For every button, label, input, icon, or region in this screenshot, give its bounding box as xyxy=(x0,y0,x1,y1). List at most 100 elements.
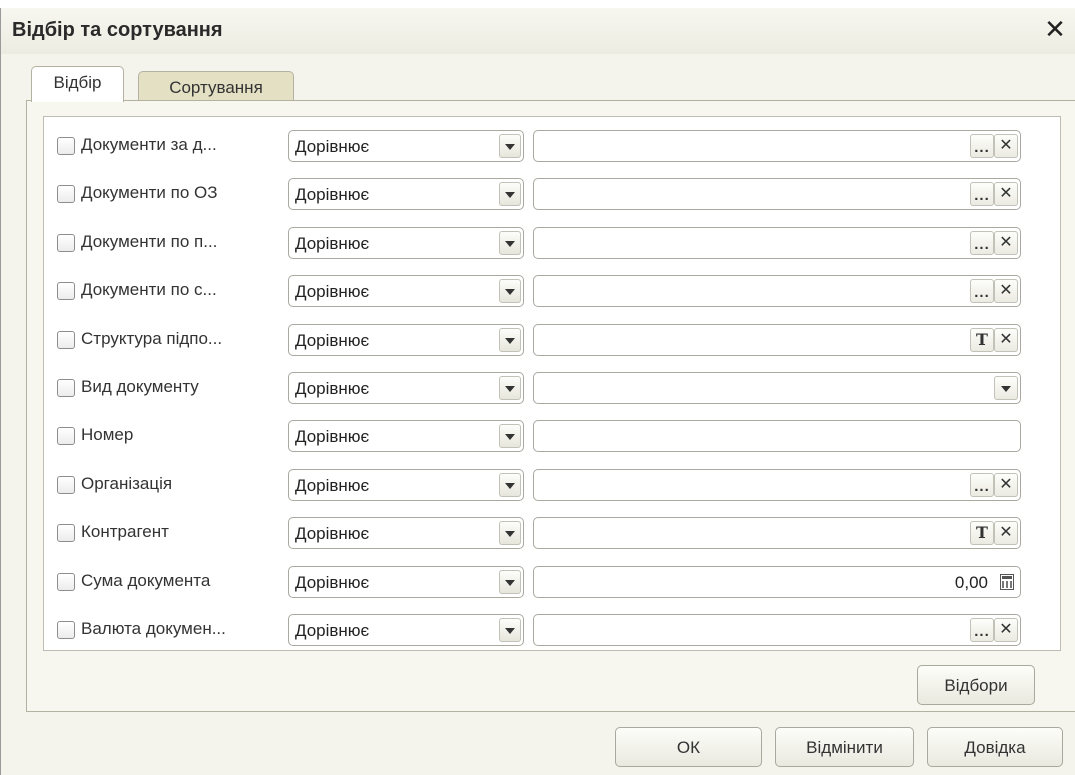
filter-enable-checkbox[interactable] xyxy=(57,427,75,446)
filter-row: Номер Дорівнює xyxy=(44,416,1060,456)
title-bar: Відбір та сортування ✕ xyxy=(1,8,1075,54)
close-icon[interactable]: ✕ xyxy=(1040,14,1070,44)
select-ellipsis-icon[interactable]: ... xyxy=(970,134,994,158)
filter-row: Контрагент Дорівнює T ✕ xyxy=(44,513,1060,553)
comparison-select[interactable]: Дорівнює xyxy=(288,468,524,501)
dropdown-arrow-icon[interactable] xyxy=(994,376,1018,400)
filter-value-input[interactable]: ... ✕ xyxy=(533,468,1021,501)
help-button[interactable]: Довідка xyxy=(927,727,1063,767)
filter-value-input[interactable]: ... ✕ xyxy=(533,226,1021,259)
filter-enable-checkbox[interactable] xyxy=(57,572,75,591)
filter-enable-checkbox[interactable] xyxy=(57,137,75,155)
filter-sort-dialog: Відбір та сортування ✕ Відбір Сортування… xyxy=(0,8,1075,775)
clear-icon[interactable]: ✕ xyxy=(994,472,1018,497)
comparison-value: Дорівнює xyxy=(295,282,370,302)
dropdown-arrow-icon[interactable] xyxy=(499,472,521,497)
comparison-select[interactable]: Дорівнює xyxy=(288,178,524,211)
select-ellipsis-icon[interactable]: ... xyxy=(970,618,994,642)
filter-row: Документи за д... Дорівнює... ✕ xyxy=(44,126,1060,166)
select-ellipsis-icon[interactable]: ... xyxy=(970,230,994,255)
filter-value-input[interactable]: T ✕ xyxy=(533,323,1021,356)
dropdown-arrow-icon[interactable] xyxy=(499,134,521,158)
dropdown-arrow-icon[interactable] xyxy=(499,569,521,594)
cancel-button[interactable]: Відмінити xyxy=(775,727,914,767)
filter-value-input[interactable] xyxy=(533,372,1021,404)
comparison-value: Дорівнює xyxy=(295,185,370,205)
select-ellipsis-icon[interactable]: ... xyxy=(970,182,994,207)
filter-row: Організація Дорівнює... ✕ xyxy=(44,465,1060,505)
clear-icon[interactable]: ✕ xyxy=(994,230,1018,255)
select-ellipsis-icon[interactable]: ... xyxy=(970,279,994,304)
comparison-select[interactable]: Дорівнює xyxy=(288,275,524,308)
filter-enable-checkbox[interactable] xyxy=(57,330,75,349)
dropdown-arrow-icon[interactable] xyxy=(499,182,521,207)
filter-value-input[interactable]: ... ✕ xyxy=(533,275,1021,308)
tab-filter[interactable]: Відбір xyxy=(31,66,124,102)
type-select-icon[interactable]: T xyxy=(970,327,994,352)
dialog-title: Відбір та сортування xyxy=(12,19,223,41)
clear-icon[interactable]: ✕ xyxy=(994,182,1018,207)
filter-row: Документи по с... Дорівнює... ✕ xyxy=(44,271,1060,311)
clear-icon[interactable]: ✕ xyxy=(994,134,1018,158)
clear-icon[interactable]: ✕ xyxy=(994,521,1018,546)
dropdown-arrow-icon[interactable] xyxy=(499,279,521,304)
filter-field-label: Валюта докумен... xyxy=(81,619,226,638)
filter-enable-checkbox[interactable] xyxy=(57,475,75,494)
comparison-select[interactable]: Дорівнює xyxy=(288,614,524,646)
filter-row: Валюта докумен... Дорівнює... ✕ xyxy=(44,610,1060,650)
clear-icon[interactable]: ✕ xyxy=(994,618,1018,642)
dropdown-arrow-icon[interactable] xyxy=(499,521,521,546)
ok-button[interactable]: ОК xyxy=(615,727,762,767)
comparison-value: Дорівнює xyxy=(295,621,370,640)
clear-icon[interactable]: ✕ xyxy=(994,279,1018,304)
comparison-value: Дорівнює xyxy=(295,137,370,156)
comparison-value: Дорівнює xyxy=(295,233,370,253)
filter-enable-checkbox[interactable] xyxy=(57,379,75,397)
filter-value-input[interactable] xyxy=(533,420,1021,453)
filter-field-label: Документи по ОЗ xyxy=(81,183,218,203)
filter-field-label: Документи по с... xyxy=(81,280,217,300)
filter-row: Сума документа Дорівнює 0,00 xyxy=(44,562,1060,602)
comparison-select[interactable]: Дорівнює xyxy=(288,372,524,404)
filter-value-input[interactable]: ... ✕ xyxy=(533,614,1021,646)
dropdown-arrow-icon[interactable] xyxy=(499,424,521,449)
dropdown-arrow-icon[interactable] xyxy=(499,230,521,255)
filter-enable-checkbox[interactable] xyxy=(57,282,75,301)
filter-row: Структура підпо... Дорівнює T ✕ xyxy=(44,320,1060,360)
dropdown-arrow-icon[interactable] xyxy=(499,618,521,642)
calculator-icon[interactable] xyxy=(1000,573,1014,590)
filter-enable-checkbox[interactable] xyxy=(57,621,75,639)
filter-row: Документи по ОЗ Дорівнює... ✕ xyxy=(44,174,1060,214)
dropdown-arrow-icon[interactable] xyxy=(499,376,521,400)
filter-list: Документи за д... Дорівнює... ✕ Документи п… xyxy=(43,116,1061,651)
clear-icon[interactable]: ✕ xyxy=(994,327,1018,352)
filter-field-label: Вид документу xyxy=(81,377,199,396)
type-select-icon[interactable]: T xyxy=(970,521,994,546)
comparison-value: Дорівнює xyxy=(295,572,370,592)
filter-enable-checkbox[interactable] xyxy=(57,524,75,543)
comparison-select[interactable]: Дорівнює xyxy=(288,226,524,259)
comparison-value: Дорівнює xyxy=(295,524,370,544)
filter-value-input[interactable]: ... ✕ xyxy=(533,178,1021,211)
select-ellipsis-icon[interactable]: ... xyxy=(970,472,994,497)
filter-value-text: 0,00 xyxy=(954,572,988,592)
filter-enable-checkbox[interactable] xyxy=(57,233,75,252)
dropdown-arrow-icon[interactable] xyxy=(499,327,521,352)
comparison-select[interactable]: Дорівнює xyxy=(288,323,524,356)
filters-button[interactable]: Відбори xyxy=(917,665,1035,705)
filter-value-input[interactable]: ... ✕ xyxy=(533,130,1021,162)
comparison-select[interactable]: Дорівнює xyxy=(288,517,524,550)
filter-field-label: Організація xyxy=(81,473,173,493)
filter-enable-checkbox[interactable] xyxy=(57,185,75,204)
comparison-value: Дорівнює xyxy=(295,330,370,350)
filter-row: Вид документу Дорівнює xyxy=(44,368,1060,408)
filter-field-label: Номер xyxy=(81,425,134,445)
filter-field-label: Структура підпо... xyxy=(81,328,223,348)
comparison-value: Дорівнює xyxy=(295,475,370,495)
filter-value-input[interactable]: 0,00 xyxy=(533,565,1021,598)
comparison-select[interactable]: Дорівнює xyxy=(288,420,524,453)
comparison-select[interactable]: Дорівнює xyxy=(288,565,524,598)
filter-value-input[interactable]: T ✕ xyxy=(533,517,1021,550)
comparison-select[interactable]: Дорівнює xyxy=(288,130,524,162)
comparison-value: Дорівнює xyxy=(295,427,370,447)
